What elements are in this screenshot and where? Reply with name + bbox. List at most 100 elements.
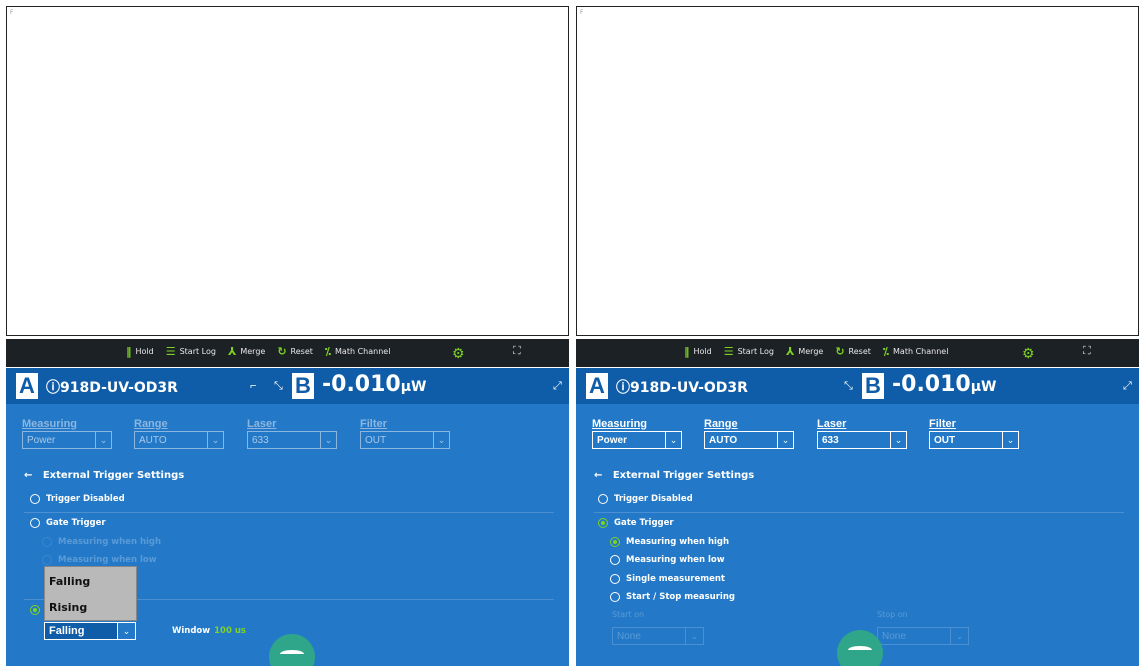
left-channel-header: A ⓘ918D-UV-OD3R ⌐ ⤡ B -0.010µW ⤢ — [6, 368, 569, 404]
filter-select[interactable]: OUT ⌄ — [360, 431, 450, 449]
pause-icon: ‖ — [126, 345, 132, 358]
hold-button[interactable]: ‖ Hold — [684, 346, 712, 357]
trigger-disabled-option[interactable]: Trigger Disabled — [598, 494, 693, 504]
reset-button[interactable]: ↻ Reset — [835, 346, 871, 357]
right-toolbar: ‖ Hold ☰ Start Log ⅄ Merge ↻ Reset ⁒ Math Cha… — [576, 339, 1139, 367]
divider — [24, 512, 554, 513]
divider — [594, 512, 1124, 513]
collapse-icon[interactable]: ⤡ — [844, 380, 853, 393]
gate-trigger-option[interactable]: Gate Trigger — [598, 518, 674, 528]
measuring-select[interactable]: Power ⌄ — [592, 431, 682, 449]
math-icon: ⁒ — [882, 345, 890, 358]
measuring-select[interactable]: Power ⌄ — [22, 431, 112, 449]
collapse-panel-button[interactable] — [269, 634, 315, 666]
radio-icon — [30, 518, 40, 528]
fullscreen-icon[interactable]: ⛶ — [513, 345, 521, 358]
math-icon: ⁒ — [324, 345, 332, 358]
stop-on-label: Stop on — [877, 610, 908, 619]
range-select[interactable]: AUTO ⌄ — [704, 431, 794, 449]
reset-button[interactable]: ↻ Reset — [277, 346, 313, 357]
gear-icon[interactable]: ⚙ — [452, 345, 465, 362]
single-measurement-option[interactable]: Single measurement — [610, 574, 725, 584]
merge-icon: ⅄ — [227, 345, 237, 358]
expand-icon[interactable]: ⤢ — [1123, 380, 1132, 393]
measuring-high-option[interactable]: Measuring when high — [42, 537, 161, 547]
measuring-field: Measuring Power ⌄ — [22, 418, 112, 449]
chevron-down-icon: ⌄ — [433, 432, 449, 448]
radio-icon — [42, 537, 52, 547]
measuring-low-option[interactable]: Measuring when low — [610, 555, 725, 565]
filter-field: Filter OUT ⌄ — [360, 418, 450, 449]
back-arrow-icon[interactable]: ← — [594, 470, 613, 481]
sensor-name[interactable]: ⓘ918D-UV-OD3R — [46, 377, 178, 397]
log-icon: ☰ — [723, 345, 734, 358]
right-plot-area: F — [576, 6, 1139, 336]
math-channel-button[interactable]: ⁒ Math Channel — [325, 346, 391, 357]
back-arrow-icon[interactable]: ← — [24, 470, 43, 481]
window-value[interactable]: 100 us — [214, 626, 246, 636]
gear-icon[interactable]: ⚙ — [1022, 345, 1035, 362]
dropdown-option-rising[interactable]: Rising — [45, 593, 136, 619]
left-toolbar: ‖ Hold ☰ Start Log ⅄ Merge ↻ Reset ⁒ Math Cha… — [6, 339, 569, 367]
edge-trigger-option[interactable] — [30, 605, 40, 615]
chevron-up-icon — [280, 650, 304, 658]
edge-select[interactable]: Falling ⌄ — [44, 622, 136, 640]
chevron-down-icon: ⌄ — [207, 432, 223, 448]
radio-selected-icon — [598, 518, 608, 528]
hold-button[interactable]: ‖ Hold — [126, 346, 154, 357]
start-log-button[interactable]: ☰ Start Log — [166, 346, 216, 357]
filter-field: Filter OUT ⌄ — [929, 418, 1019, 449]
range-field: Range AUTO ⌄ — [134, 418, 224, 449]
measuring-low-option[interactable]: Measuring when low — [42, 555, 157, 565]
gate-trigger-option[interactable]: Gate Trigger — [30, 518, 106, 528]
radio-icon — [30, 494, 40, 504]
measuring-high-option[interactable]: Measuring when high — [610, 537, 729, 547]
log-icon: ☰ — [165, 345, 176, 358]
merge-icon: ⅄ — [785, 345, 795, 358]
channel-b-label: B — [862, 373, 884, 399]
reset-icon: ↻ — [835, 345, 845, 358]
merge-button[interactable]: ⅄ Merge — [786, 346, 823, 357]
dropdown-option-falling[interactable]: Falling — [45, 567, 136, 593]
left-settings-body: Measuring Power ⌄ Range AUTO ⌄ Laser 633 ⌄ … — [6, 404, 569, 666]
chevron-down-icon: ⌄ — [320, 432, 336, 448]
reset-icon: ↻ — [277, 345, 287, 358]
start-on-select[interactable]: None ⌄ — [612, 627, 704, 645]
power-reading: -0.010µW — [892, 372, 997, 397]
chevron-down-icon: ⌄ — [890, 432, 906, 448]
channel-a-label: A — [586, 373, 608, 399]
fullscreen-icon[interactable]: ⛶ — [1083, 345, 1091, 358]
radio-selected-icon — [610, 537, 620, 547]
window-setting: Window 100 us — [172, 626, 246, 636]
chevron-down-icon: ⌄ — [665, 432, 681, 448]
radio-icon — [598, 494, 608, 504]
radio-icon — [610, 592, 620, 602]
laser-select[interactable]: 633 ⌄ — [247, 431, 337, 449]
filter-select[interactable]: OUT ⌄ — [929, 431, 1019, 449]
laser-field: Laser 633 ⌄ — [247, 418, 337, 449]
start-on-label: Start on — [612, 610, 645, 619]
chevron-down-icon: ⌄ — [777, 432, 793, 448]
laser-select[interactable]: 633 ⌄ — [817, 431, 907, 449]
range-field: Range AUTO ⌄ — [704, 418, 794, 449]
range-select[interactable]: AUTO ⌄ — [134, 431, 224, 449]
channel-a-label: A — [16, 373, 38, 399]
trigger-disabled-option[interactable]: Trigger Disabled — [30, 494, 125, 504]
stop-on-select[interactable]: None ⌄ — [877, 627, 969, 645]
sensor-name[interactable]: ⓘ918D-UV-OD3R — [616, 377, 748, 397]
chevron-down-icon: ⌄ — [950, 628, 968, 644]
channel-b-label: B — [292, 373, 314, 399]
math-channel-button[interactable]: ⁒ Math Channel — [883, 346, 949, 357]
collapse-icon[interactable]: ⤡ — [274, 380, 283, 393]
radio-icon — [610, 574, 620, 584]
trigger-icon[interactable]: ⌐ — [250, 380, 256, 392]
section-title: ← External Trigger Settings — [594, 470, 755, 481]
merge-button[interactable]: ⅄ Merge — [228, 346, 265, 357]
chevron-up-icon — [848, 646, 872, 654]
start-stop-option[interactable]: Start / Stop measuring — [610, 592, 735, 602]
pause-icon: ‖ — [684, 345, 690, 358]
expand-icon[interactable]: ⤢ — [553, 380, 562, 393]
laser-field: Laser 633 ⌄ — [817, 418, 907, 449]
radio-icon — [42, 555, 52, 565]
start-log-button[interactable]: ☰ Start Log — [724, 346, 774, 357]
